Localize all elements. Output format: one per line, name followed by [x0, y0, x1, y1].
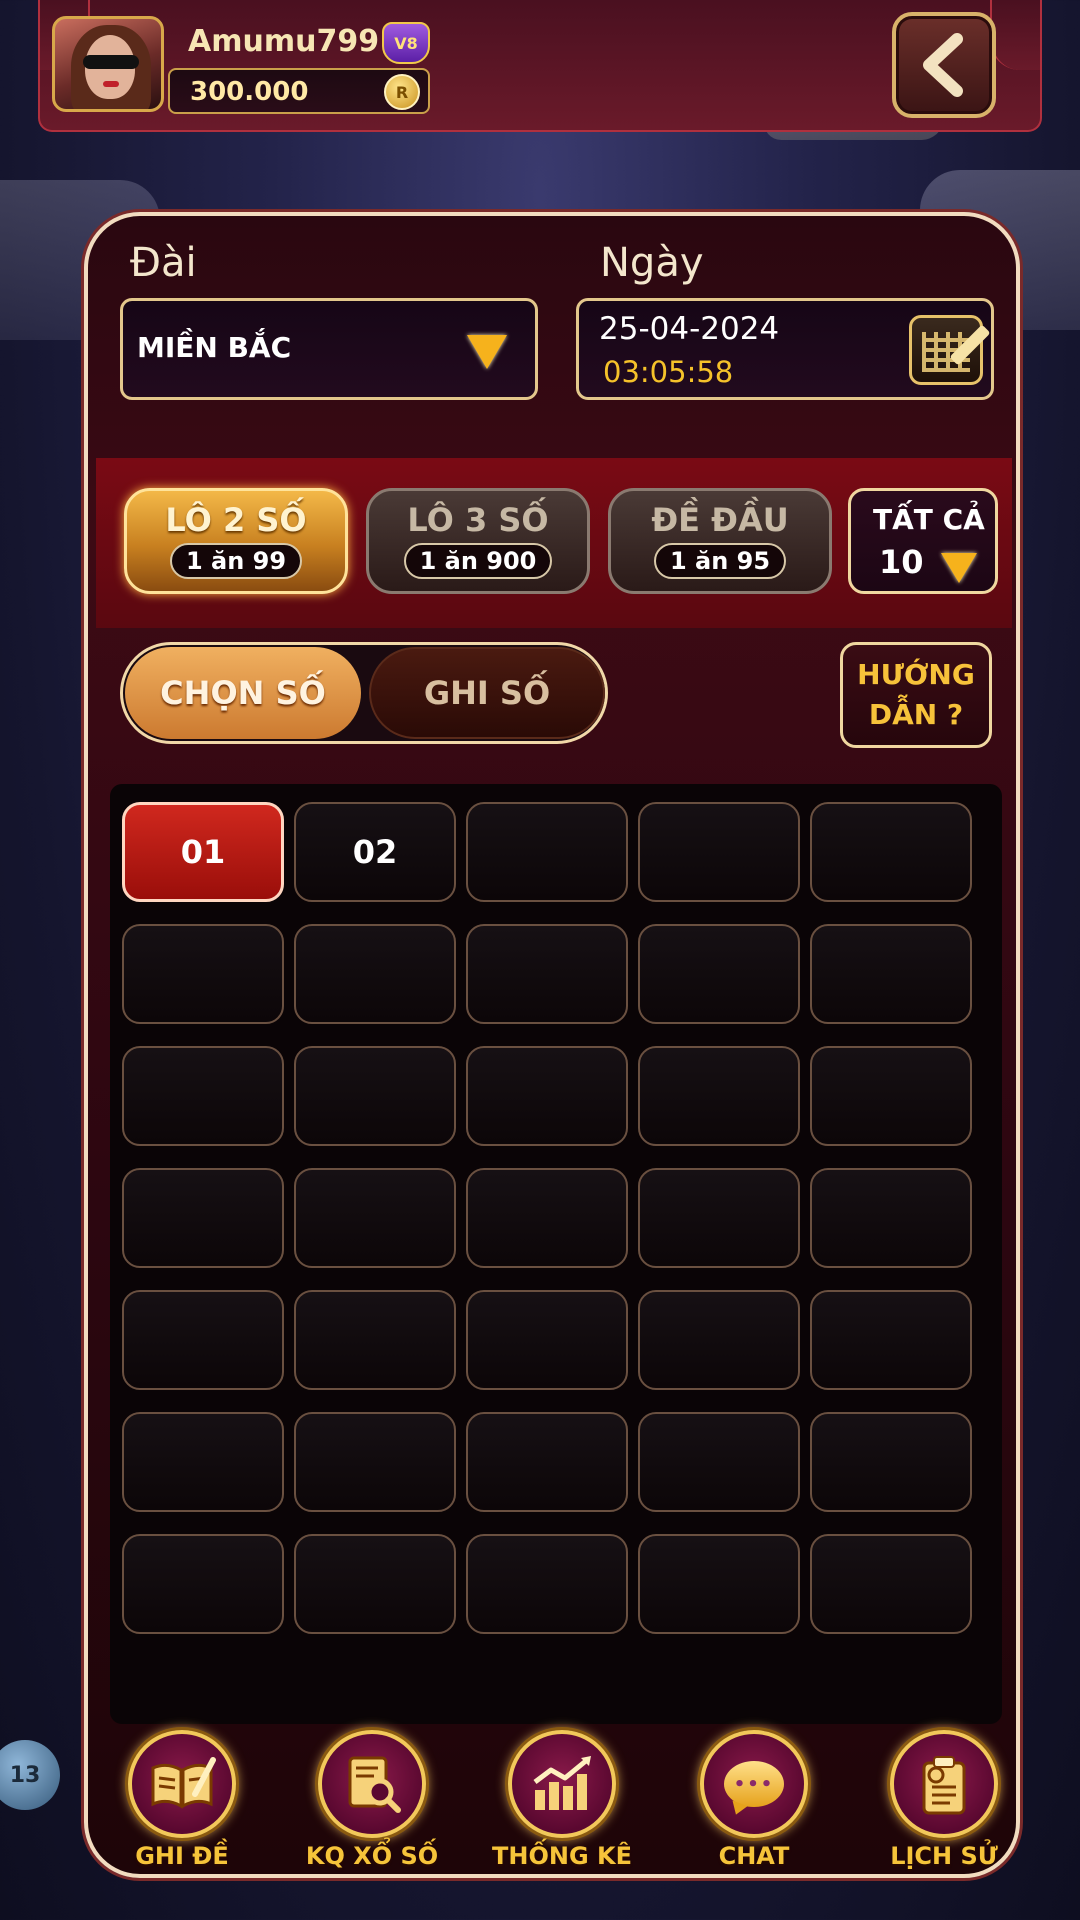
time-value: 03:05:58 [603, 355, 734, 389]
number-cell[interactable] [466, 802, 628, 902]
number-cell[interactable] [810, 924, 972, 1024]
mode-choose-number-button[interactable]: CHỌN SỐ [125, 647, 361, 739]
station-dropdown[interactable]: MIỀN BẮC [120, 298, 538, 400]
number-cell[interactable] [638, 1412, 800, 1512]
mode-write-number-button[interactable]: GHI SỐ [369, 647, 605, 739]
number-cell[interactable] [638, 924, 800, 1024]
bet-type-name: LÔ 3 SỐ [407, 501, 549, 539]
back-button[interactable] [892, 12, 996, 118]
all-filter-dropdown[interactable]: TẤT CẢ 10 [848, 488, 998, 594]
bet-type-name: ĐỀ ĐẦU [651, 501, 789, 539]
chat-bubble-icon: ••• [724, 1761, 784, 1807]
date-value: 25-04-2024 [599, 311, 780, 347]
background-lottery-ball: 13 [0, 1740, 60, 1810]
number-cell[interactable] [638, 1290, 800, 1390]
calendar-edit-icon[interactable] [909, 315, 991, 385]
number-cell[interactable] [122, 924, 284, 1024]
guide-label-line1: HƯỚNG [857, 658, 975, 691]
number-cell[interactable] [122, 1168, 284, 1268]
number-cell[interactable] [810, 1290, 972, 1390]
number-grid: 01 02 [110, 784, 1002, 1724]
number-cell[interactable] [294, 1412, 456, 1512]
balance-value: 300.000 [190, 77, 309, 107]
nav-label: GHI ĐỀ [135, 1842, 229, 1870]
vip-level: V8 [394, 33, 418, 53]
nav-label: CHAT [718, 1842, 790, 1870]
bet-type-rate: 1 ăn 900 [403, 543, 553, 579]
avatar-lips [103, 81, 119, 87]
bet-type-rate: 1 ăn 99 [169, 543, 303, 579]
all-filter-value: 10 [879, 543, 924, 581]
nav-ghi-de[interactable]: GHI ĐỀ [106, 1730, 256, 1874]
book-pen-icon [151, 1757, 216, 1809]
station-label: Đài [130, 240, 197, 286]
bet-type-de-dau[interactable]: ĐỀ ĐẦU 1 ăn 95 [608, 488, 832, 594]
number-cell[interactable] [294, 1290, 456, 1390]
number-cell[interactable]: 01 [122, 802, 284, 902]
number-cell[interactable] [122, 1412, 284, 1512]
number-cell[interactable] [294, 924, 456, 1024]
number-cell[interactable] [466, 1412, 628, 1512]
bet-type-lo-2-so[interactable]: LÔ 2 SỐ 1 ăn 99 [124, 488, 348, 594]
number-cell[interactable] [466, 1534, 628, 1634]
number-cell[interactable] [810, 802, 972, 902]
nav-lich-su[interactable]: LỊCH SỬ [868, 1730, 1016, 1874]
mode-toggle: CHỌN SỐ GHI SỐ [120, 642, 608, 744]
number-cell[interactable] [294, 1046, 456, 1146]
dropdown-arrow-icon [941, 553, 977, 583]
number-cell[interactable]: 02 [294, 802, 456, 902]
date-picker[interactable]: 25-04-2024 03:05:58 [576, 298, 994, 400]
bet-type-band: LÔ 2 SỐ 1 ăn 99 LÔ 3 SỐ 1 ăn 900 ĐỀ ĐẦU … [96, 458, 1012, 628]
guide-label-line2: DẪN ? [868, 698, 964, 731]
ball-number: 13 [9, 1762, 41, 1788]
avatar[interactable] [52, 16, 164, 112]
number-cell[interactable] [466, 1046, 628, 1146]
number-cell[interactable] [294, 1168, 456, 1268]
chart-up-icon [533, 1756, 591, 1810]
all-filter-label: TẤT CẢ [873, 503, 985, 536]
station-value: MIỀN BẮC [137, 331, 292, 364]
nav-kq-xo-so[interactable]: KQ XỔ SỐ [296, 1730, 446, 1874]
number-cell[interactable] [122, 1290, 284, 1390]
nav-thong-ke[interactable]: THỐNG KÊ [486, 1730, 636, 1874]
user-name: Amumu799 [188, 24, 380, 59]
coin-letter: R [395, 82, 409, 102]
bet-type-name: LÔ 2 SỐ [165, 501, 307, 539]
guide-button[interactable]: HƯỚNG DẪN ? [840, 642, 992, 748]
number-cell[interactable] [810, 1412, 972, 1512]
history-clipboard-icon [922, 1756, 966, 1815]
number-cell[interactable] [466, 1168, 628, 1268]
vip-badge-icon: V8 [382, 22, 430, 64]
nav-label: THỐNG KÊ [492, 1842, 632, 1870]
number-cell[interactable] [638, 802, 800, 902]
number-cell[interactable] [810, 1534, 972, 1634]
number-cell[interactable] [466, 1290, 628, 1390]
header-wing-right [990, 0, 1040, 70]
bet-type-lo-3-so[interactable]: LÔ 3 SỐ 1 ăn 900 [366, 488, 590, 594]
nav-chat[interactable]: ••• CHAT [678, 1730, 828, 1874]
number-cell[interactable] [810, 1168, 972, 1268]
number-cell[interactable] [810, 1046, 972, 1146]
number-cell[interactable] [638, 1534, 800, 1634]
nav-label: LỊCH SỬ [890, 1842, 998, 1870]
document-search-icon [348, 1756, 401, 1813]
coin-icon: R [384, 74, 420, 110]
number-cell[interactable] [638, 1168, 800, 1268]
nav-label: KQ XỔ SỐ [305, 1842, 439, 1870]
number-cell[interactable] [122, 1046, 284, 1146]
dropdown-arrow-icon [467, 335, 507, 369]
number-cell[interactable] [638, 1046, 800, 1146]
number-cell[interactable] [122, 1534, 284, 1634]
bet-type-rate: 1 ăn 95 [653, 543, 787, 579]
number-cell[interactable] [294, 1534, 456, 1634]
balance-box: 300.000 R [168, 68, 430, 114]
chevron-left-icon [923, 33, 963, 97]
date-label: Ngày [600, 240, 704, 286]
betting-panel: Đài Ngày MIỀN BẮC 25-04-2024 03:05:58 LÔ… [84, 212, 1020, 1878]
number-cell[interactable] [466, 924, 628, 1024]
bottom-nav: GHI ĐỀ KQ XỔ SỐ THỐNG KÊ ••• CHAT LỊCH S… [88, 1728, 1016, 1874]
avatar-glasses [83, 55, 139, 69]
